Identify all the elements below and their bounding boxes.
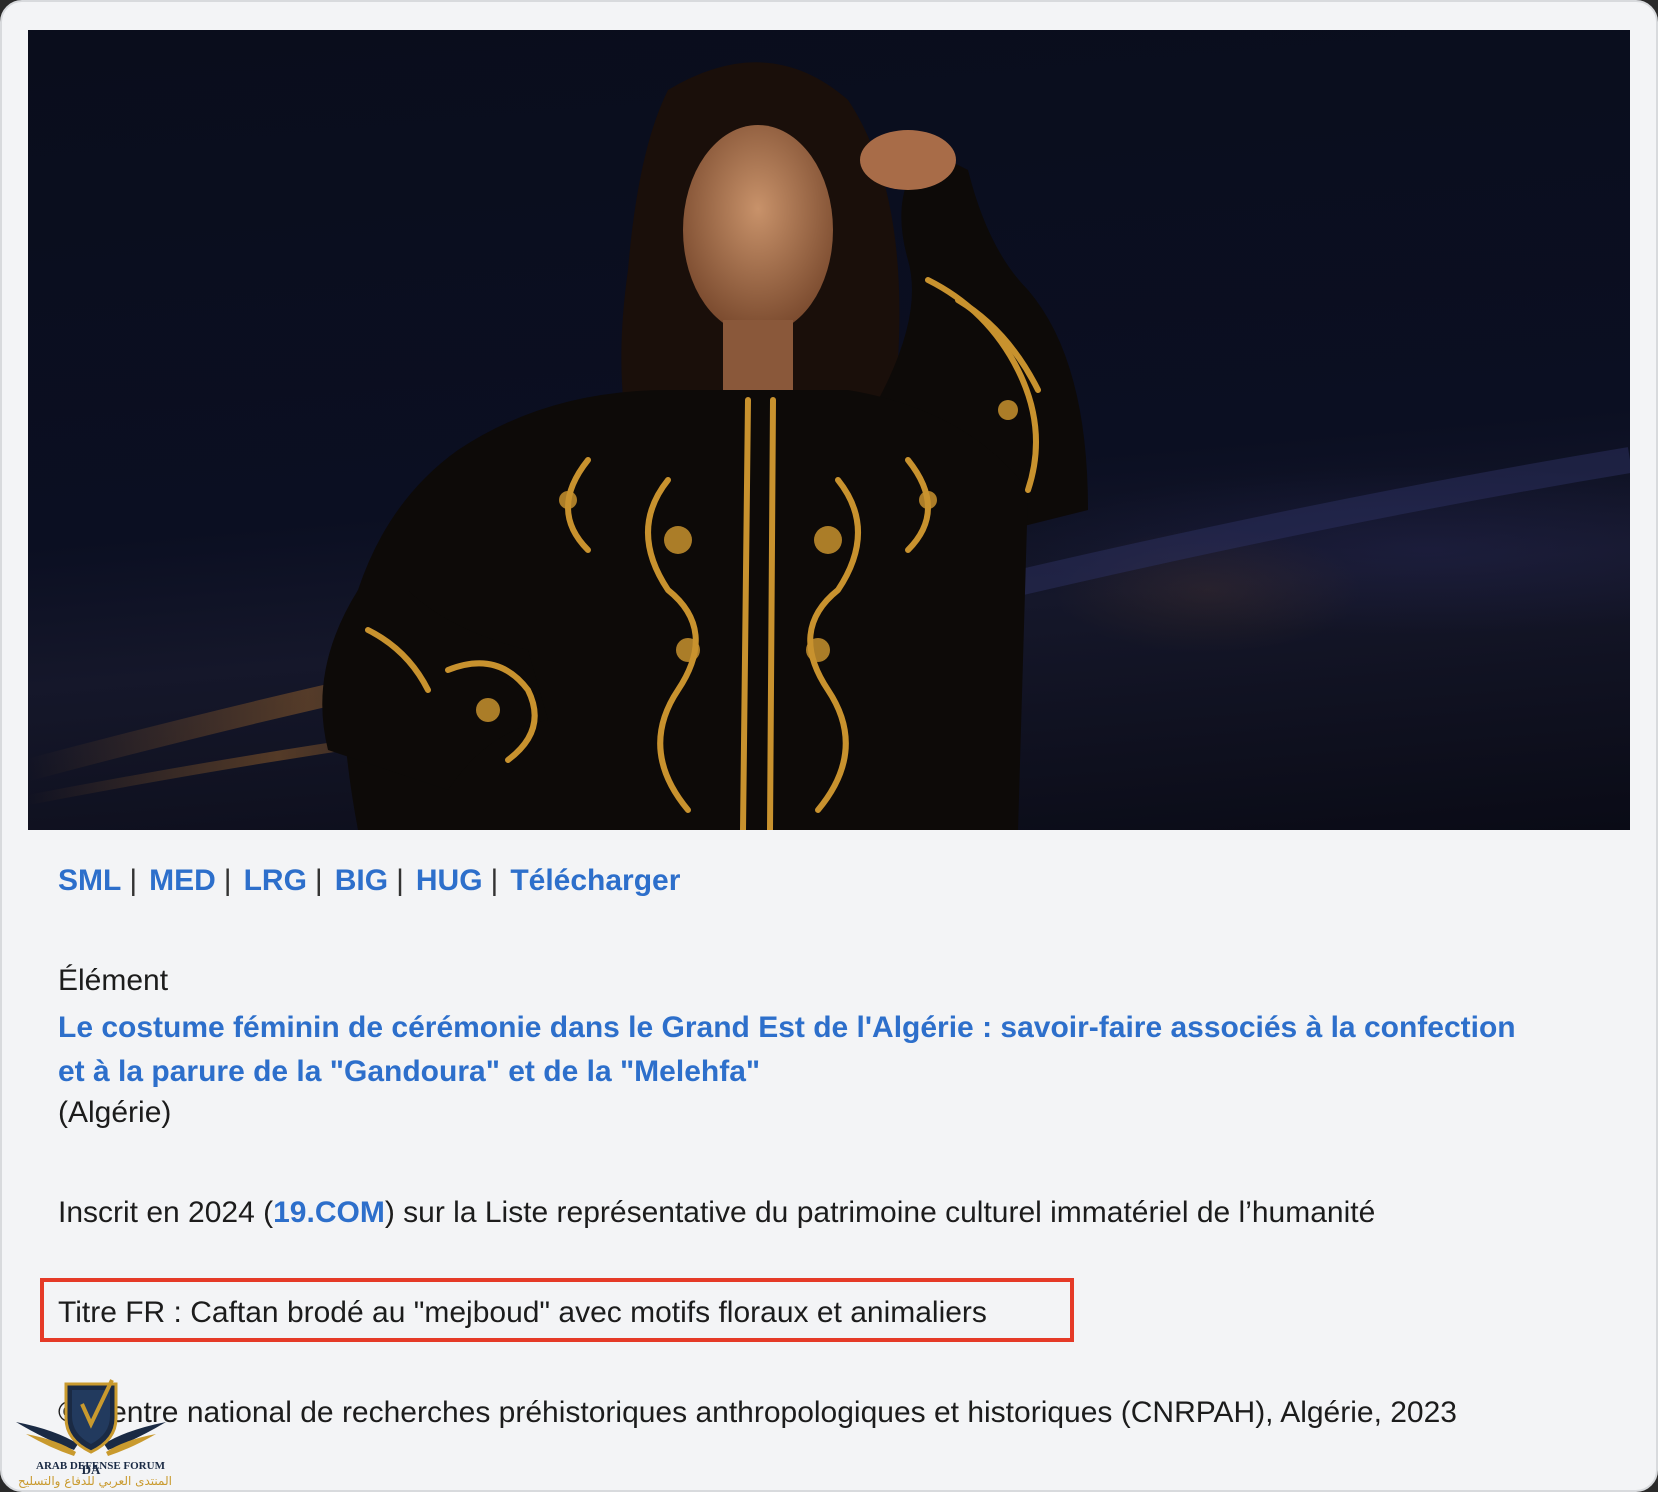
watermark-text-ar: المنتدى العربي للدفاع والتسليح — [18, 1474, 172, 1488]
element-title-link[interactable]: Le costume féminin de cérémonie dans le … — [58, 1006, 1538, 1094]
inscription-line: Inscrit en 2024 (19.COM) sur la Liste re… — [58, 1196, 1375, 1230]
caftan-photo[interactable] — [28, 30, 1630, 830]
size-separator: | — [223, 864, 232, 897]
decision-link[interactable]: 19.COM — [273, 1196, 385, 1229]
inscription-suffix: ) sur la Liste représentative du patrimo… — [384, 1196, 1376, 1229]
size-separator: | — [129, 864, 138, 897]
size-link-hug[interactable]: HUG — [416, 864, 483, 897]
download-link[interactable]: Télécharger — [510, 864, 680, 897]
photo-illustration — [28, 62, 1630, 830]
photo-title-fr: Titre FR : Caftan brodé au "mejboud" ave… — [58, 1296, 987, 1329]
size-link-lrg[interactable]: LRG — [244, 864, 307, 897]
size-link-big[interactable]: BIG — [335, 864, 388, 897]
size-link-sml[interactable]: SML — [58, 864, 121, 897]
size-separator: | — [396, 864, 404, 897]
element-label: Élément — [58, 964, 169, 997]
photo-credit: © Centre national de recherches préhisto… — [58, 1396, 1457, 1429]
size-separator: | — [314, 864, 323, 897]
media-card: SML | MED | LRG | BIG | HUG | Télécharger Élément … — [0, 0, 1658, 1492]
element-country: (Algérie) — [58, 1096, 172, 1129]
size-separator: | — [490, 864, 499, 897]
image-size-links: SML | MED | LRG | BIG | HUG | Télécharger — [58, 864, 680, 898]
watermark-text-en: ARAB DEFENSE FORUM — [36, 1460, 165, 1472]
inscription-prefix: Inscrit en 2024 ( — [58, 1196, 274, 1229]
size-link-med[interactable]: MED — [149, 864, 216, 897]
